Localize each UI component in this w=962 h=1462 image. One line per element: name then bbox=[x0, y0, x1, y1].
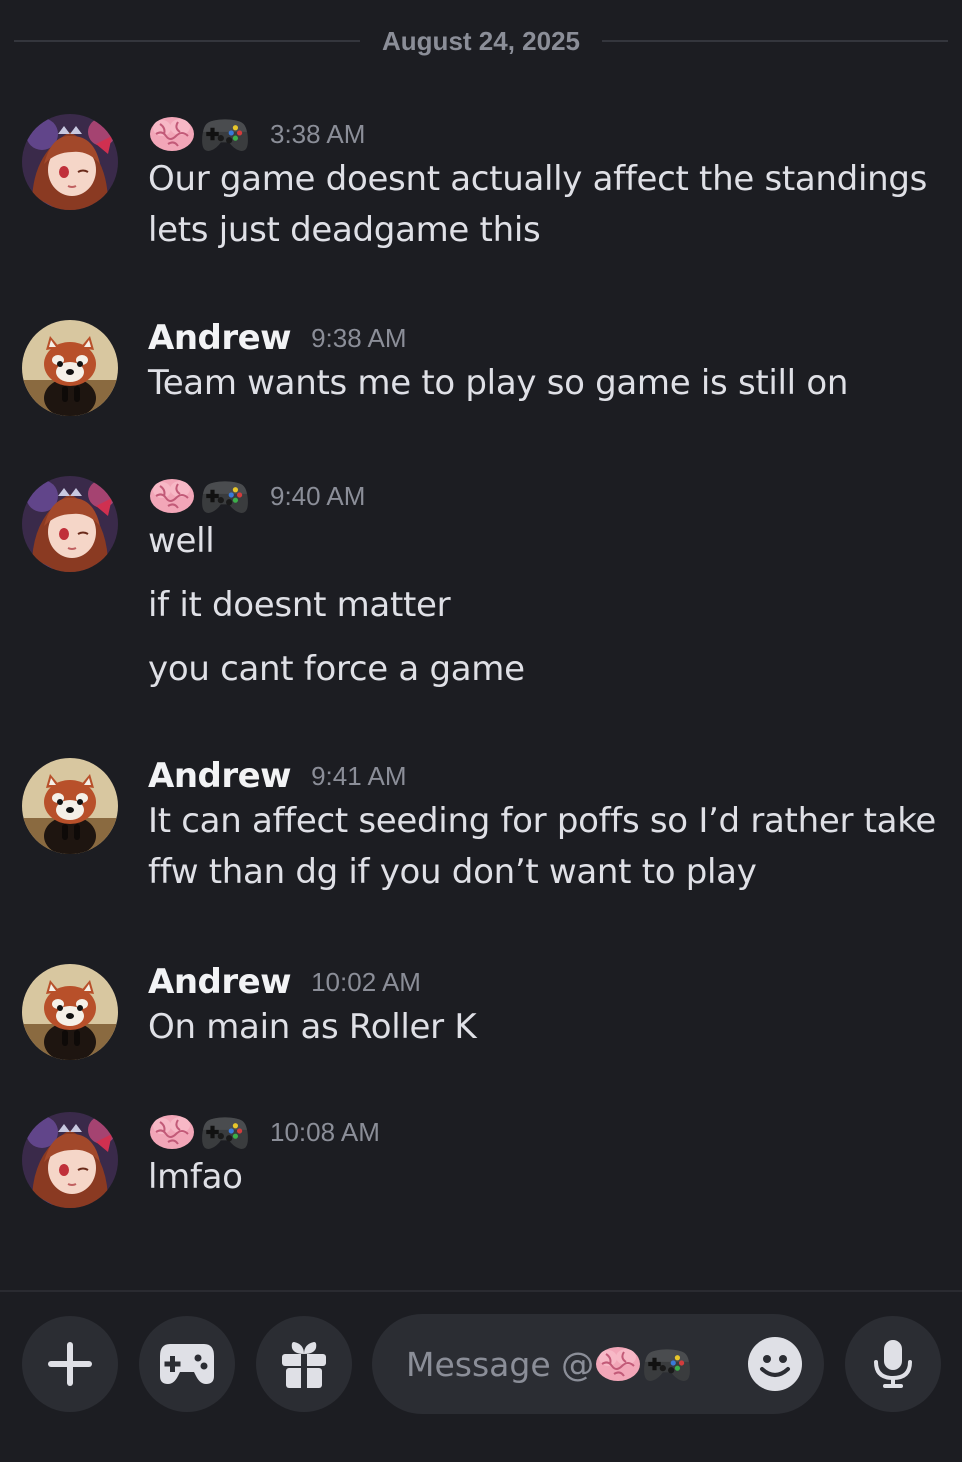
author-name[interactable]: Andrew bbox=[148, 756, 292, 796]
message-timestamp: 10:08 AM bbox=[270, 1116, 380, 1147]
game-controller-emoji-icon bbox=[200, 1111, 250, 1153]
game-controller-emoji-icon bbox=[200, 113, 250, 155]
add-attachment-button[interactable] bbox=[22, 1316, 118, 1412]
author-name[interactable] bbox=[148, 1111, 250, 1153]
gift-icon bbox=[282, 1342, 326, 1388]
author-name[interactable] bbox=[148, 475, 250, 517]
message-input[interactable]: Message @ bbox=[372, 1314, 824, 1414]
author-name[interactable]: Andrew bbox=[148, 318, 292, 358]
composer-divider bbox=[0, 1290, 962, 1292]
brain-emoji-icon bbox=[148, 476, 196, 516]
message-text: you cant force a game bbox=[148, 649, 525, 689]
avatar[interactable] bbox=[22, 476, 118, 572]
gift-button[interactable] bbox=[256, 1316, 352, 1412]
microphone-icon bbox=[874, 1340, 912, 1388]
message-text: if it doesnt matter bbox=[148, 585, 451, 625]
red-panda-avatar-image bbox=[22, 964, 118, 1060]
smile-icon[interactable] bbox=[748, 1337, 802, 1391]
avatar[interactable] bbox=[22, 758, 118, 854]
message-text: It can affect seeding for poffs so I’d r… bbox=[148, 801, 937, 892]
author-name[interactable]: Andrew bbox=[148, 962, 292, 1002]
message-input-placeholder: Message @ bbox=[406, 1343, 692, 1385]
plus-icon bbox=[48, 1342, 92, 1386]
activities-button[interactable] bbox=[139, 1316, 235, 1412]
anime-avatar-image bbox=[22, 1112, 118, 1208]
message-text: lmfao bbox=[148, 1157, 243, 1197]
red-panda-avatar-image bbox=[22, 320, 118, 416]
message-timestamp: 9:40 AM bbox=[270, 480, 366, 511]
message-text: On main as Roller K bbox=[148, 1007, 477, 1047]
message-timestamp: 9:38 AM bbox=[311, 322, 407, 353]
red-panda-avatar-image bbox=[22, 758, 118, 854]
gamepad-icon bbox=[160, 1344, 214, 1384]
message-text: Our game doesnt actually affect the stan… bbox=[148, 159, 928, 250]
avatar[interactable] bbox=[22, 114, 118, 210]
voice-message-button[interactable] bbox=[845, 1316, 941, 1412]
message-text: Team wants me to play so game is still o… bbox=[148, 363, 849, 403]
author-name[interactable] bbox=[148, 113, 250, 155]
game-controller-emoji-icon bbox=[642, 1343, 692, 1385]
date-divider: August 24, 2025 bbox=[14, 22, 949, 60]
avatar[interactable] bbox=[22, 320, 118, 416]
message-timestamp: 9:41 AM bbox=[311, 760, 407, 791]
avatar[interactable] bbox=[22, 1112, 118, 1208]
anime-avatar-image bbox=[22, 114, 118, 210]
message-timestamp: 10:02 AM bbox=[311, 966, 421, 997]
message-timestamp: 3:38 AM bbox=[270, 118, 366, 149]
avatar[interactable] bbox=[22, 964, 118, 1060]
brain-emoji-icon bbox=[148, 114, 196, 154]
message-text: well bbox=[148, 521, 215, 561]
divider-line-right bbox=[602, 40, 949, 42]
divider-line-left bbox=[14, 40, 361, 42]
game-controller-emoji-icon bbox=[200, 475, 250, 517]
brain-emoji-icon bbox=[594, 1344, 642, 1384]
date-label: August 24, 2025 bbox=[382, 25, 580, 56]
anime-avatar-image bbox=[22, 476, 118, 572]
brain-emoji-icon bbox=[148, 1112, 196, 1152]
